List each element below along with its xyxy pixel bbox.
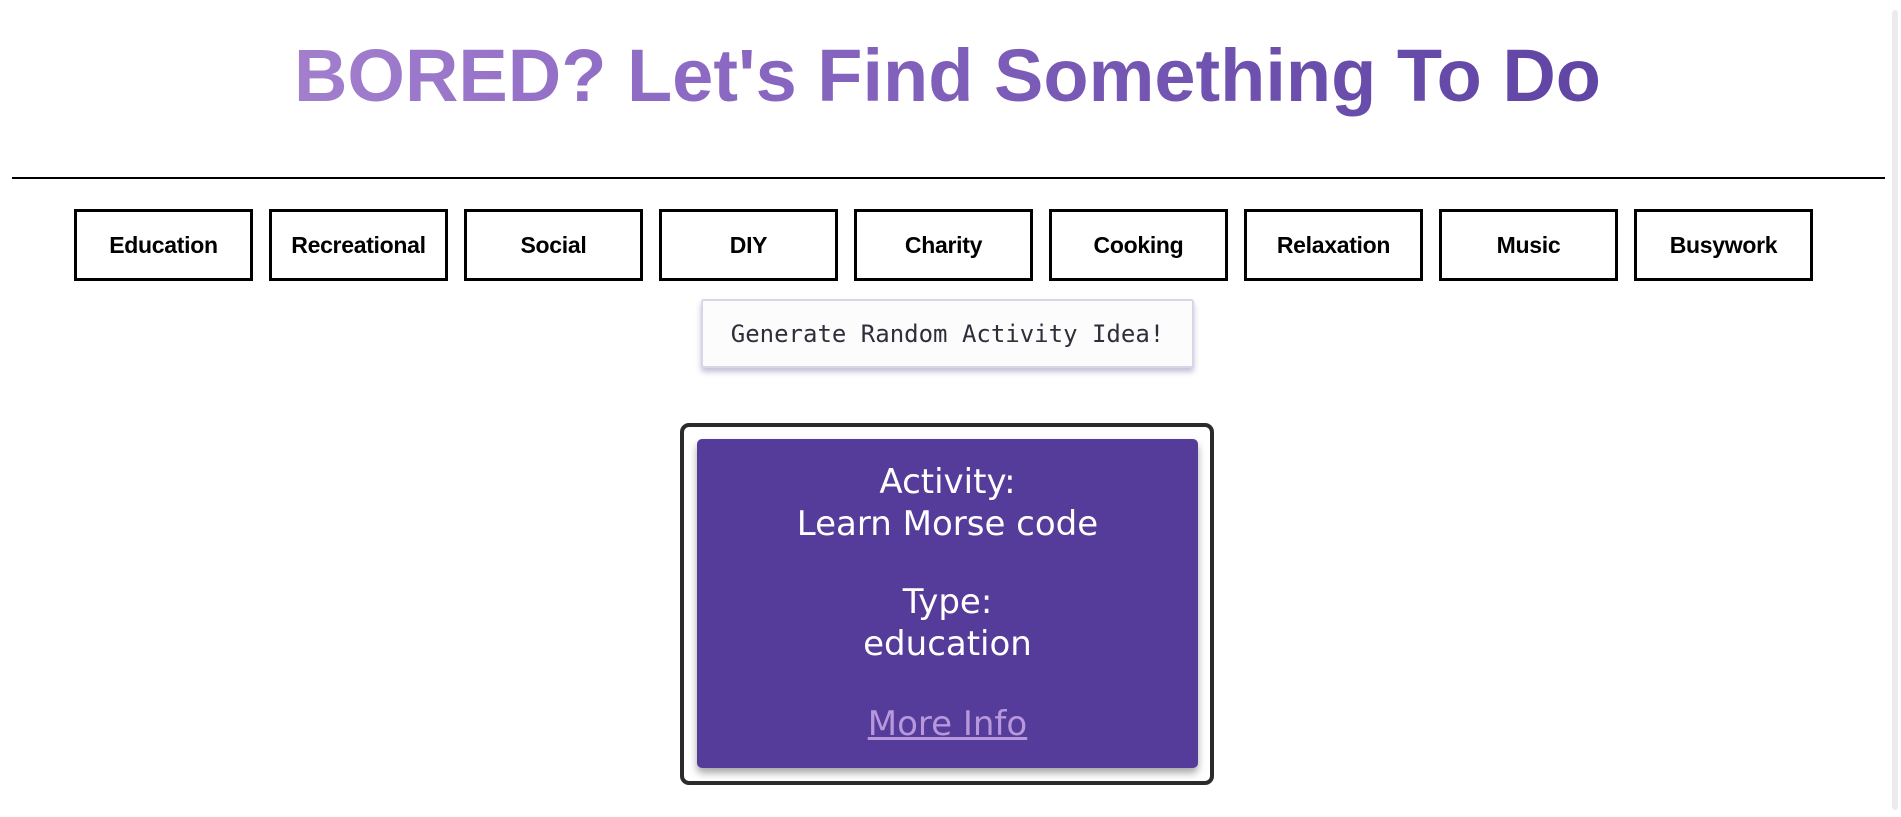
category-button-row: Education Recreational Social DIY Charit… — [74, 209, 1813, 281]
category-button-music[interactable]: Music — [1439, 209, 1618, 281]
generate-random-activity-button[interactable]: Generate Random Activity Idea! — [701, 299, 1194, 368]
category-button-recreational[interactable]: Recreational — [269, 209, 448, 281]
type-value: education — [863, 624, 1032, 664]
vertical-scrollbar[interactable] — [1889, 0, 1901, 817]
category-button-diy[interactable]: DIY — [659, 209, 838, 281]
activity-card: Activity: Learn Morse code Type: educati… — [697, 439, 1198, 768]
category-button-relaxation[interactable]: Relaxation — [1244, 209, 1423, 281]
activity-label: Activity: — [879, 462, 1016, 502]
category-button-charity[interactable]: Charity — [854, 209, 1033, 281]
page-title: BORED? Let's Find Something To Do — [0, 34, 1895, 118]
header-divider — [12, 177, 1885, 179]
category-button-cooking[interactable]: Cooking — [1049, 209, 1228, 281]
page: BORED? Let's Find Something To Do Educat… — [0, 0, 1901, 817]
activity-card-frame: Activity: Learn Morse code Type: educati… — [680, 423, 1214, 785]
type-section: Type: education — [697, 581, 1198, 665]
category-button-busywork[interactable]: Busywork — [1634, 209, 1813, 281]
type-label: Type: — [902, 582, 993, 622]
category-button-social[interactable]: Social — [464, 209, 643, 281]
more-info-link[interactable]: More Info — [697, 703, 1198, 745]
category-button-education[interactable]: Education — [74, 209, 253, 281]
scrollbar-thumb[interactable] — [1892, 10, 1898, 810]
activity-section: Activity: Learn Morse code — [697, 461, 1198, 545]
activity-value: Learn Morse code — [796, 504, 1099, 544]
